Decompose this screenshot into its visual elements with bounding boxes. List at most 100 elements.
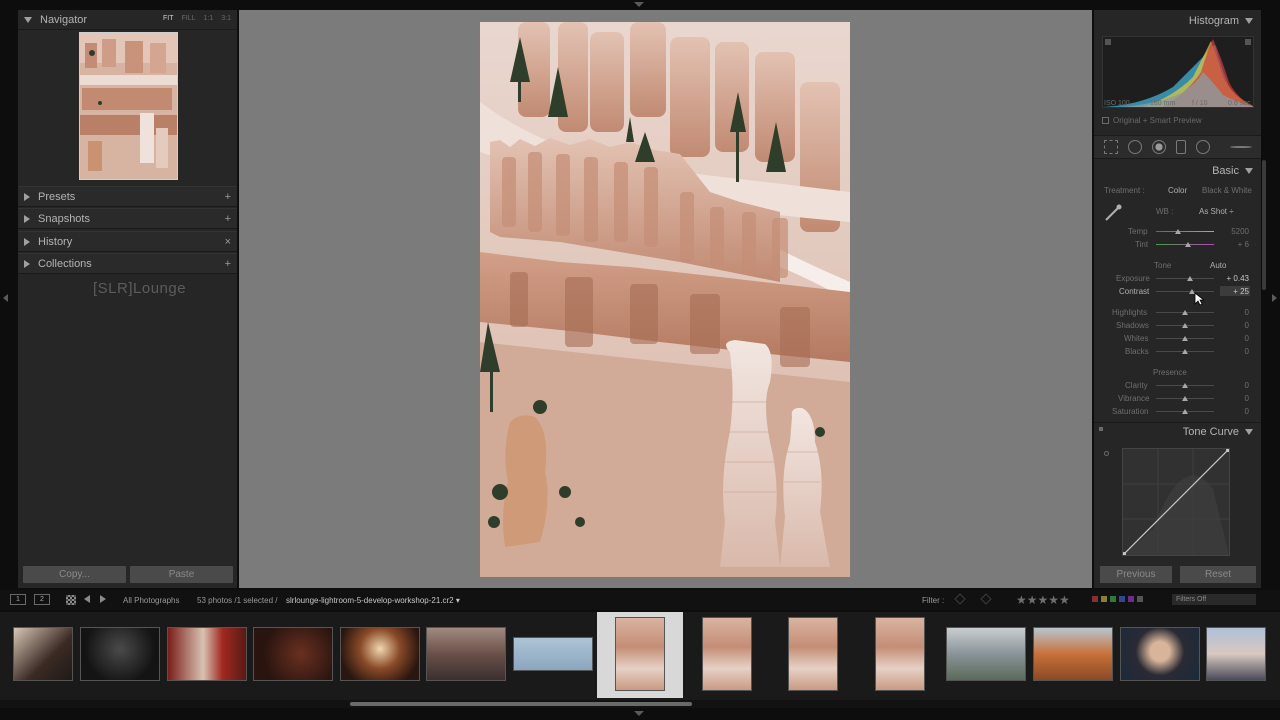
whites-value[interactable]: 0 <box>1219 334 1249 343</box>
purple-label-icon[interactable] <box>1128 596 1134 602</box>
forward-arrow-icon[interactable] <box>100 595 106 603</box>
shadows-thumb[interactable] <box>1182 323 1188 328</box>
filmstrip-thumb-3[interactable] <box>167 627 247 681</box>
back-arrow-icon[interactable] <box>84 595 90 603</box>
zoom-fill[interactable]: FILL <box>182 15 196 22</box>
grid-view-icon[interactable] <box>66 595 76 605</box>
filename-dropdown[interactable]: slrlounge-lightroom-5-develop-workshop-2… <box>286 596 460 605</box>
navigator-preview[interactable] <box>79 32 178 180</box>
exposure-thumb[interactable] <box>1186 276 1193 281</box>
tone-curve-graph[interactable] <box>1122 448 1230 556</box>
clear-history-icon[interactable]: × <box>225 236 231 248</box>
hide-left-panel-arrow[interactable] <box>3 294 8 302</box>
targeted-adjustment-icon[interactable] <box>1104 451 1109 456</box>
collections-section[interactable]: Collections + <box>18 253 237 274</box>
temp-thumb[interactable] <box>1175 229 1182 234</box>
history-section[interactable]: History × <box>18 231 237 252</box>
yellow-label-icon[interactable] <box>1101 596 1107 602</box>
basic-header[interactable]: Basic <box>1212 165 1253 177</box>
red-eye-icon[interactable] <box>1152 140 1166 154</box>
temp-value[interactable]: 5200 <box>1219 227 1249 236</box>
filmstrip-thumb-14[interactable] <box>1120 627 1200 681</box>
add-collection-icon[interactable]: + <box>225 258 231 270</box>
temp-track[interactable] <box>1156 231 1214 232</box>
exposure-track[interactable] <box>1156 278 1214 279</box>
hide-top-panel-arrow[interactable] <box>634 2 644 7</box>
gray-label-icon[interactable] <box>1137 596 1143 602</box>
histogram-header[interactable]: Histogram <box>1189 15 1253 27</box>
color-label-filter[interactable] <box>1092 596 1143 602</box>
filmstrip-thumb-12[interactable] <box>946 627 1026 681</box>
right-panel-scrollbar[interactable] <box>1262 160 1266 290</box>
green-label-icon[interactable] <box>1110 596 1116 602</box>
filmstrip-thumb-7[interactable] <box>513 637 593 671</box>
treatment-color-option[interactable]: Color <box>1168 186 1187 195</box>
hide-bottom-panel-arrow[interactable] <box>634 711 644 716</box>
clarity-thumb[interactable] <box>1182 383 1188 388</box>
previous-button[interactable]: Previous <box>1100 566 1172 583</box>
main-monitor-button[interactable]: 1 <box>10 594 26 605</box>
add-snapshot-icon[interactable]: + <box>225 213 231 225</box>
tone-auto-button[interactable]: Auto <box>1210 261 1226 270</box>
shadow-clipping-icon[interactable] <box>1105 39 1111 45</box>
wb-dropdown[interactable]: As Shot ÷ <box>1199 207 1234 216</box>
rating-filter[interactable]: ★★★★★ <box>1016 593 1070 607</box>
zoom-fit[interactable]: FIT <box>163 15 174 22</box>
filmstrip-thumb-10[interactable] <box>788 617 838 691</box>
clarity-value[interactable]: 0 <box>1219 381 1249 390</box>
treatment-bw-option[interactable]: Black & White <box>1202 186 1252 195</box>
filmstrip-thumb-8-selected[interactable] <box>615 617 665 691</box>
shadows-value[interactable]: 0 <box>1219 321 1249 330</box>
radial-filter-icon[interactable] <box>1196 140 1210 154</box>
image-canvas[interactable] <box>239 10 1092 588</box>
presets-section[interactable]: Presets + <box>18 186 237 207</box>
add-preset-icon[interactable]: + <box>225 191 231 203</box>
zoom-1-1[interactable]: 1:1 <box>204 15 214 22</box>
graduated-filter-icon[interactable] <box>1176 140 1186 154</box>
filmstrip-thumb-5[interactable] <box>340 627 420 681</box>
filmstrip-scrollbar-thumb[interactable] <box>350 702 692 706</box>
filmstrip-thumb-9[interactable] <box>702 617 752 691</box>
highlight-clipping-icon[interactable] <box>1245 39 1251 45</box>
contrast-track[interactable] <box>1156 291 1214 292</box>
copy-button[interactable]: Copy... <box>23 566 126 583</box>
hide-right-panel-arrow[interactable] <box>1272 294 1277 302</box>
filmstrip-thumb-4[interactable] <box>253 627 333 681</box>
blue-label-icon[interactable] <box>1119 596 1125 602</box>
highlights-value[interactable]: 0 <box>1219 308 1249 317</box>
highlights-thumb[interactable] <box>1182 310 1188 315</box>
spot-removal-icon[interactable] <box>1128 140 1142 154</box>
tint-value[interactable]: + 6 <box>1219 240 1249 249</box>
contrast-value[interactable]: + 25 <box>1219 287 1249 296</box>
tone-curve-header[interactable]: Tone Curve <box>1183 426 1253 438</box>
filters-dropdown[interactable]: Filters Off <box>1172 594 1256 605</box>
blacks-thumb[interactable] <box>1182 349 1188 354</box>
whites-thumb[interactable] <box>1182 336 1188 341</box>
filmstrip-thumb-6[interactable] <box>426 627 506 681</box>
saturation-value[interactable]: 0 <box>1219 407 1249 416</box>
second-monitor-button[interactable]: 2 <box>34 594 50 605</box>
vibrance-thumb[interactable] <box>1182 396 1188 401</box>
navigator-header[interactable]: Navigator FIT FILL 1:1 3:1 <box>18 10 237 30</box>
main-photo[interactable] <box>480 22 850 577</box>
crop-overlay-icon[interactable] <box>1104 140 1118 154</box>
paste-button[interactable]: Paste <box>130 566 233 583</box>
filmstrip-thumb-11[interactable] <box>875 617 925 691</box>
exposure-value[interactable]: + 0.43 <box>1219 274 1249 283</box>
reset-button[interactable]: Reset <box>1180 566 1256 583</box>
panel-switch-icon[interactable] <box>1099 427 1103 431</box>
zoom-3-1[interactable]: 3:1 <box>221 15 231 22</box>
snapshots-section[interactable]: Snapshots + <box>18 208 237 229</box>
filmstrip-thumb-2[interactable] <box>80 627 160 681</box>
filmstrip-thumb-13[interactable] <box>1033 627 1113 681</box>
blacks-value[interactable]: 0 <box>1219 347 1249 356</box>
filmstrip-thumb-15[interactable] <box>1206 627 1266 681</box>
source-label[interactable]: All Photographs <box>123 596 179 605</box>
vibrance-value[interactable]: 0 <box>1219 394 1249 403</box>
saturation-thumb[interactable] <box>1182 409 1188 414</box>
adjustment-brush-icon[interactable] <box>1230 146 1252 148</box>
wb-eyedropper-icon[interactable] <box>1104 204 1124 222</box>
red-label-icon[interactable] <box>1092 596 1098 602</box>
filmstrip-thumb-1[interactable] <box>13 627 73 681</box>
tint-thumb[interactable] <box>1184 242 1191 247</box>
